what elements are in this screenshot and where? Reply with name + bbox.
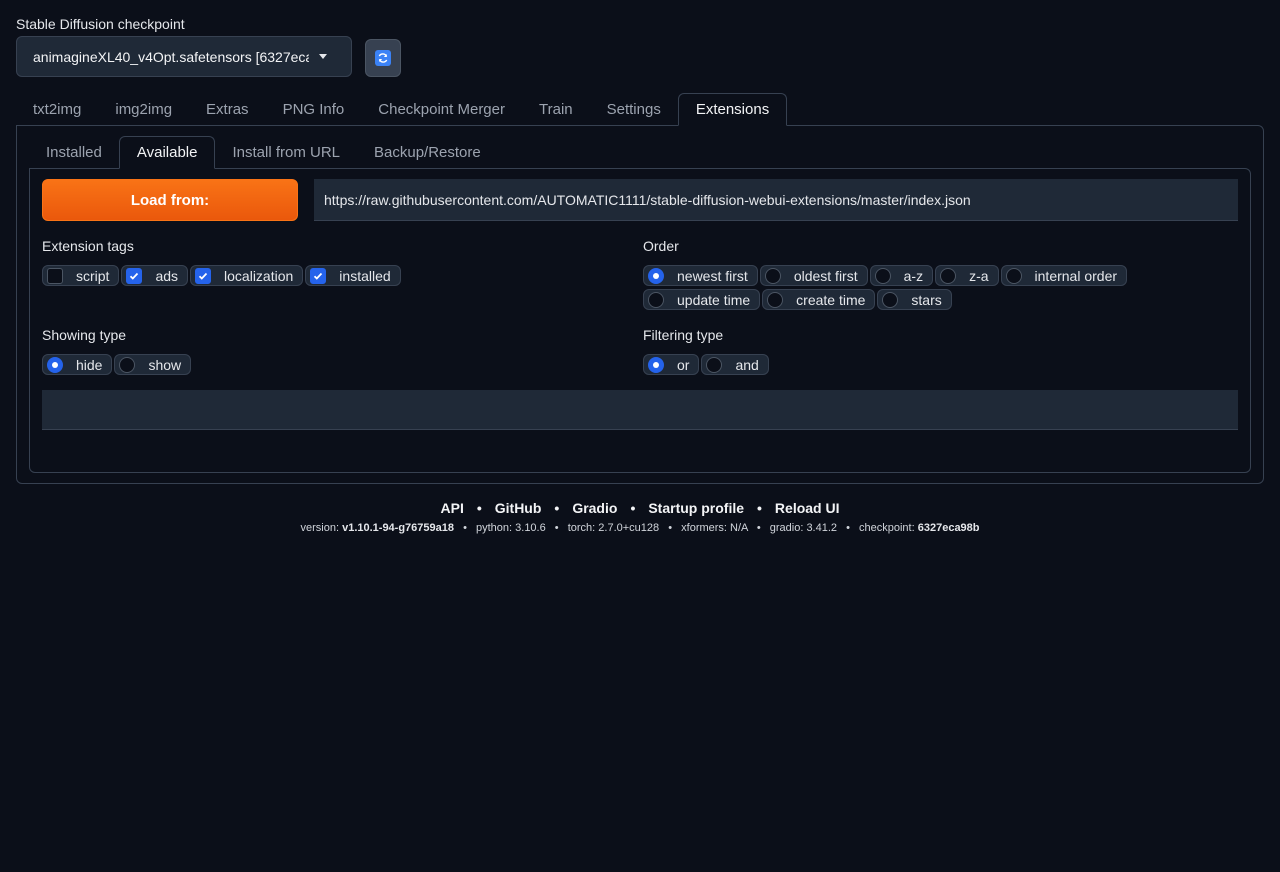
tag-label: ads [155, 267, 179, 284]
tab-png-info[interactable]: PNG Info [266, 93, 362, 126]
radio-unselected-icon[interactable] [764, 267, 781, 284]
load-from-button[interactable]: Load from: [42, 179, 298, 221]
order-create-time-radio[interactable]: create time [762, 289, 876, 310]
xformers-version: xformers: N/A [681, 522, 748, 534]
order-z-a-radio[interactable]: z-a [935, 265, 999, 286]
checkpoint-hash-label: checkpoint: [859, 522, 915, 534]
extensions-results-area [42, 390, 1238, 430]
order-option-label: stars [911, 291, 942, 308]
version-value: v1.10.1-94-g76759a18 [342, 522, 455, 534]
order-oldest-first-radio[interactable]: oldest first [759, 265, 868, 286]
tag-script-checkbox[interactable]: script [42, 265, 120, 286]
refresh-icon [375, 50, 391, 66]
filtering-or-radio[interactable]: or [643, 354, 700, 375]
checkbox-checked-icon[interactable] [195, 267, 212, 284]
order-option-label: oldest first [793, 267, 858, 284]
radio-selected-icon[interactable] [648, 356, 664, 373]
footer-link-reload-ui[interactable]: Reload UI [775, 500, 840, 516]
tab-checkpoint-merger[interactable]: Checkpoint Merger [361, 93, 522, 126]
tab-settings[interactable]: Settings [590, 93, 678, 126]
filtering-and-radio[interactable]: and [701, 354, 769, 375]
footer-separator: • [554, 500, 560, 516]
filtering-type-label: Filtering type [643, 327, 724, 343]
showing-option-label: hide [76, 356, 103, 373]
subtab-install-from-url[interactable]: Install from URL [215, 136, 357, 169]
showing-type-radio-group: hide show [42, 354, 622, 375]
radio-unselected-icon[interactable] [648, 291, 664, 308]
tag-label: localization [224, 267, 294, 284]
subtab-available[interactable]: Available [118, 136, 216, 169]
order-label: Order [643, 238, 679, 254]
tag-localization-checkbox[interactable]: localization [190, 265, 304, 286]
checkpoint-value: animagineXL40_v4Opt.safetensors [6327eca… [33, 48, 309, 65]
footer-link-gradio[interactable]: Gradio [572, 500, 617, 516]
order-option-label: create time [796, 291, 866, 308]
footer-separator: • [476, 500, 482, 516]
order-option-label: update time [677, 291, 751, 308]
filtering-option-label: or [677, 356, 690, 373]
radio-unselected-icon[interactable] [882, 291, 899, 308]
extensions-index-url-input[interactable] [314, 179, 1238, 221]
radio-unselected-icon[interactable] [1005, 267, 1022, 284]
radio-unselected-icon[interactable] [119, 356, 136, 373]
radio-selected-icon[interactable] [648, 267, 664, 284]
footer-link-startup-profile[interactable]: Startup profile [648, 500, 744, 516]
version-label: version: [300, 522, 340, 534]
tag-installed-checkbox[interactable]: installed [305, 265, 401, 286]
radio-unselected-icon[interactable] [940, 267, 957, 284]
main-tab-bar: txt2img img2img Extras PNG Info Checkpoint M… [16, 93, 788, 126]
order-radio-group: newest first oldest first a-z z-a internal o… [643, 265, 1203, 310]
order-stars-radio[interactable]: stars [877, 289, 952, 310]
gradio-version: gradio: 3.41.2 [769, 522, 838, 534]
showing-option-label: show [148, 356, 182, 373]
showing-show-radio[interactable]: show [114, 354, 192, 375]
subtab-installed[interactable]: Installed [29, 136, 119, 169]
footer-separator: • [757, 500, 762, 516]
order-a-z-radio[interactable]: a-z [869, 265, 934, 286]
showing-hide-radio[interactable]: hide [42, 354, 113, 375]
python-version: python: 3.10.6 [476, 522, 546, 534]
order-option-label: newest first [677, 267, 748, 284]
filtering-option-label: and [735, 356, 759, 373]
order-option-label: z-a [969, 267, 989, 284]
refresh-checkpoint-button[interactable] [365, 39, 401, 77]
order-newest-first-radio[interactable]: newest first [643, 265, 758, 286]
tab-train[interactable]: Train [522, 93, 590, 126]
radio-unselected-icon[interactable] [706, 356, 723, 373]
footer-links: API • GitHub • Gradio • Startup profile • Reload… [0, 500, 1280, 516]
order-internal-order-radio[interactable]: internal order [1000, 265, 1128, 286]
extension-tags-group: script ads localization installed [42, 265, 622, 286]
radio-unselected-icon[interactable] [874, 267, 891, 284]
tab-txt2img[interactable]: txt2img [16, 93, 98, 126]
checkbox-unchecked-icon[interactable] [47, 267, 63, 284]
order-option-label: internal order [1034, 267, 1118, 284]
tag-ads-checkbox[interactable]: ads [121, 265, 189, 286]
radio-selected-icon[interactable] [47, 356, 63, 373]
footer-versions: version: v1.10.1-94-g76759a18 • python: … [300, 522, 980, 534]
checkbox-checked-icon[interactable] [310, 267, 327, 284]
footer-separator: • [630, 500, 636, 516]
tag-label: installed [339, 267, 391, 284]
tab-img2img[interactable]: img2img [98, 93, 189, 126]
radio-unselected-icon[interactable] [767, 291, 784, 308]
checkpoint-hash: 6327eca98b [917, 522, 980, 534]
checkbox-checked-icon[interactable] [126, 267, 143, 284]
tag-label: script [76, 267, 110, 284]
checkpoint-label: Stable Diffusion checkpoint [16, 16, 185, 32]
tab-extras[interactable]: Extras [189, 93, 266, 126]
footer-link-github[interactable]: GitHub [495, 500, 542, 516]
checkpoint-dropdown[interactable]: animagineXL40_v4Opt.safetensors [6327eca… [16, 36, 352, 77]
tab-extensions[interactable]: Extensions [677, 93, 788, 126]
order-option-label: a-z [903, 267, 924, 284]
showing-type-label: Showing type [42, 327, 127, 343]
extension-tags-label: Extension tags [42, 238, 134, 254]
order-update-time-radio[interactable]: update time [643, 289, 761, 310]
extensions-sub-tab-bar: Installed Available Install from URL Backup… [29, 136, 498, 169]
footer-link-api[interactable]: API [441, 500, 464, 516]
chevron-down-icon [319, 54, 327, 59]
filtering-type-radio-group: or and [643, 354, 1203, 375]
torch-version: torch: 2.7.0+cu128 [567, 522, 660, 534]
subtab-backup-restore[interactable]: Backup/Restore [357, 136, 498, 169]
